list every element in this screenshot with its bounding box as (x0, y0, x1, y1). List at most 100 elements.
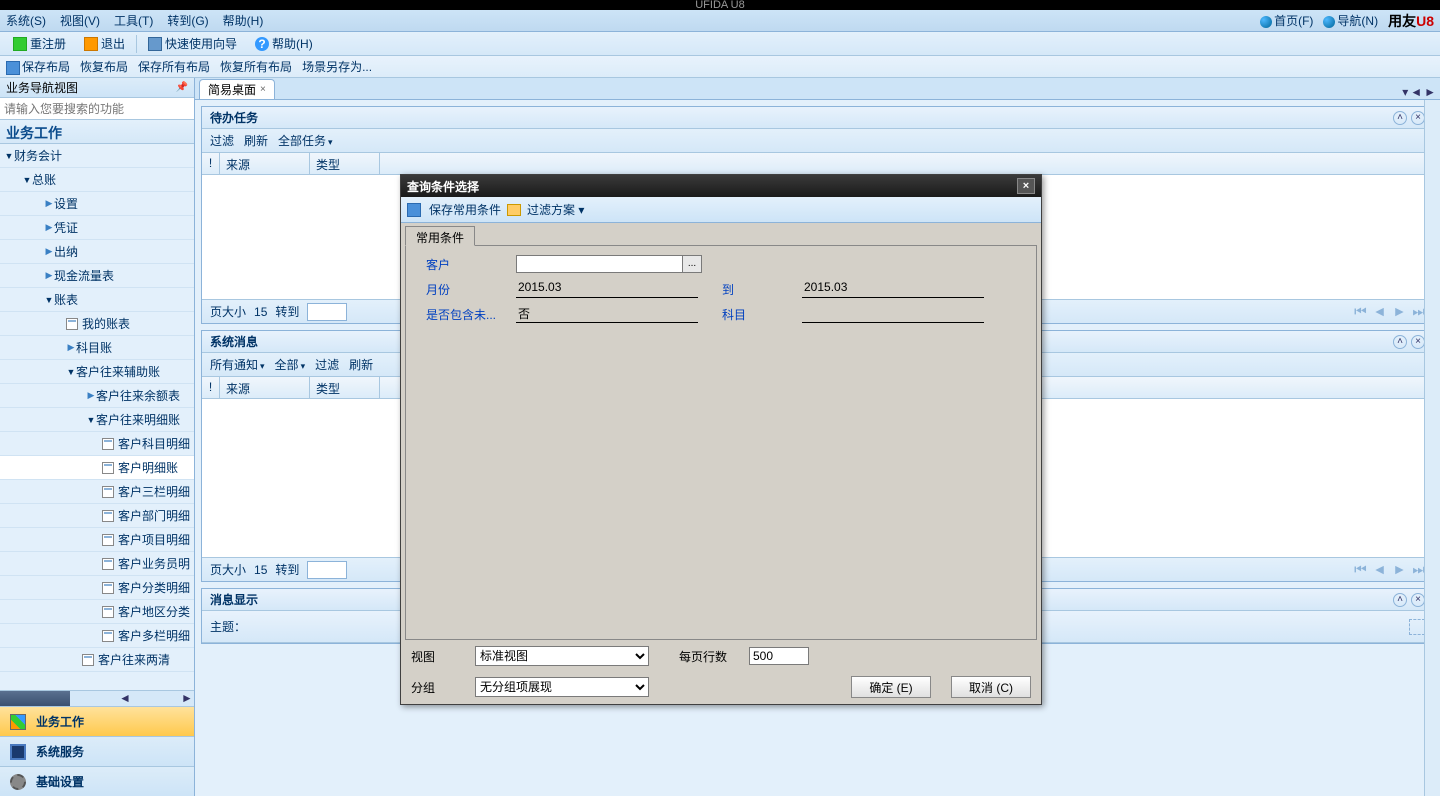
doc-icon (82, 654, 94, 666)
tree-leaf[interactable]: 客户地区分类 (0, 600, 194, 624)
collapse-icon[interactable]: ˄ (1393, 335, 1407, 349)
goto-input[interactable] (307, 561, 347, 579)
alltasks-button[interactable]: 全部任务 (278, 132, 333, 149)
view-select[interactable]: 标准视图 (475, 646, 649, 666)
tree-gl[interactable]: 总账 (0, 168, 194, 192)
dropdown-icon[interactable]: ▾ (1402, 85, 1408, 99)
close-icon[interactable]: × (1411, 593, 1425, 607)
menu-goto[interactable]: 转到(G) (167, 12, 208, 29)
collapse-icon[interactable]: ˄ (1393, 111, 1407, 125)
dialog-close-button[interactable]: × (1017, 178, 1035, 194)
save-layout-button[interactable]: 保存布局 (6, 58, 70, 75)
content-vscroll[interactable] (1424, 100, 1440, 796)
first-icon[interactable]: ⏮ (1354, 561, 1367, 578)
next-icon[interactable]: ► (1424, 85, 1436, 99)
tree-leaf[interactable]: 客户分类明细 (0, 576, 194, 600)
wizard-button[interactable]: 快速使用向导 (141, 32, 244, 55)
scroll-left-icon[interactable]: ◄ (118, 691, 132, 706)
tree-leaf[interactable]: 客户科目明细 (0, 432, 194, 456)
menu-view[interactable]: 视图(V) (60, 12, 100, 29)
to-label: 到 (722, 281, 802, 298)
customer-input[interactable] (516, 255, 682, 273)
collapse-icon[interactable]: ˄ (1393, 593, 1407, 607)
menu-system[interactable]: 系统(S) (6, 12, 46, 29)
filter-scheme-button[interactable]: 过滤方案 ▾ (527, 201, 584, 218)
tree-leaf-selected[interactable]: 客户明细账 (0, 456, 194, 480)
tree-voucher[interactable]: 凭证 (0, 216, 194, 240)
tree-leaf[interactable]: 客户部门明细 (0, 504, 194, 528)
next-icon[interactable]: ► (1393, 303, 1407, 320)
sidebar-hscroll[interactable]: ◄ ► (0, 690, 194, 706)
group-select[interactable]: 无分组项展现 (475, 677, 649, 697)
next-icon[interactable]: ► (1393, 561, 1407, 578)
nav-link[interactable]: 导航(N) (1323, 12, 1378, 29)
prev-icon[interactable]: ◄ (1373, 303, 1387, 320)
tree-subjbook[interactable]: 科目账 (0, 336, 194, 360)
filter-button[interactable]: 过滤 (315, 356, 339, 373)
scroll-right-icon[interactable]: ► (180, 691, 194, 706)
prev-icon[interactable]: ◄ (1410, 85, 1422, 99)
col-mark[interactable]: ! (202, 153, 220, 174)
col-source[interactable]: 来源 (220, 377, 310, 398)
include-field[interactable]: 否 (516, 305, 698, 323)
close-icon[interactable]: × (1411, 111, 1425, 125)
tree-leaf[interactable]: 客户往来两清 (0, 648, 194, 672)
filter-button[interactable]: 过滤 (210, 132, 234, 149)
menu-tools[interactable]: 工具(T) (114, 12, 153, 29)
rows-input[interactable] (749, 647, 809, 665)
tree-setup[interactable]: 设置 (0, 192, 194, 216)
refresh-button[interactable]: 刷新 (244, 132, 268, 149)
scene-saveas-button[interactable]: 场景另存为... (302, 58, 372, 75)
sidebar-tab-work[interactable]: 业务工作 (0, 706, 194, 736)
tree-books[interactable]: 账表 (0, 288, 194, 312)
allnotice-button[interactable]: 所有通知 (210, 356, 265, 373)
cancel-button[interactable]: 取消 (C) (951, 676, 1031, 698)
month-to-field[interactable]: 2015.03 (802, 280, 984, 298)
help-button[interactable]: ?帮助(H) (248, 32, 320, 55)
tree-cashier[interactable]: 出纳 (0, 240, 194, 264)
tab-desktop[interactable]: 简易桌面× (199, 79, 275, 99)
detail-icon[interactable] (1409, 619, 1425, 635)
tree-custaux[interactable]: 客户往来辅助账 (0, 360, 194, 384)
reregister-button[interactable]: 重注册 (6, 32, 73, 55)
refresh-button[interactable]: 刷新 (349, 356, 373, 373)
all-button[interactable]: 全部 (275, 356, 306, 373)
col-source[interactable]: 来源 (220, 153, 310, 174)
first-icon[interactable]: ⏮ (1354, 303, 1367, 320)
home-link[interactable]: 首页(F) (1260, 12, 1313, 29)
tree-leaf[interactable]: 客户业务员明 (0, 552, 194, 576)
month-from-field[interactable]: 2015.03 (516, 280, 698, 298)
col-type[interactable]: 类型 (310, 377, 380, 398)
tree-custdetail[interactable]: 客户往来明细账 (0, 408, 194, 432)
tree-leaf[interactable]: 客户项目明细 (0, 528, 194, 552)
restore-all-layout-button[interactable]: 恢复所有布局 (220, 58, 292, 75)
close-icon[interactable]: × (260, 84, 266, 95)
tree-mybooks[interactable]: 我的账表 (0, 312, 194, 336)
tree-finance[interactable]: 财务会计 (0, 144, 194, 168)
sidebar-tab-service[interactable]: 系统服务 (0, 736, 194, 766)
subject-field[interactable] (802, 305, 984, 323)
ok-button[interactable]: 确定 (E) (851, 676, 931, 698)
tree-cashflow[interactable]: 现金流量表 (0, 264, 194, 288)
goto-input[interactable] (307, 303, 347, 321)
save-all-layout-button[interactable]: 保存所有布局 (138, 58, 210, 75)
menu-help[interactable]: 帮助(H) (223, 12, 264, 29)
col-type[interactable]: 类型 (310, 153, 380, 174)
save-condition-button[interactable]: 保存常用条件 (429, 201, 501, 218)
tree-leaf[interactable]: 客户三栏明细 (0, 480, 194, 504)
prev-icon[interactable]: ◄ (1373, 561, 1387, 578)
tree-leaf[interactable]: 客户多栏明细 (0, 624, 194, 648)
restore-layout-button[interactable]: 恢复布局 (80, 58, 128, 75)
pin-icon[interactable]: 📌 (176, 82, 188, 93)
scroll-thumb[interactable] (0, 691, 70, 706)
exit-button[interactable]: 退出 (77, 32, 132, 55)
dialog-tab-common[interactable]: 常用条件 (405, 226, 475, 246)
doc-icon (102, 534, 114, 546)
customer-lookup-button[interactable]: ... (682, 255, 702, 273)
tree-custbal[interactable]: 客户往来余额表 (0, 384, 194, 408)
sidebar-tab-base[interactable]: 基础设置 (0, 766, 194, 796)
close-icon[interactable]: × (1411, 335, 1425, 349)
dialog-titlebar[interactable]: 查询条件选择 × (401, 175, 1041, 197)
sidebar-search-input[interactable] (0, 98, 194, 119)
col-mark[interactable]: ! (202, 377, 220, 398)
